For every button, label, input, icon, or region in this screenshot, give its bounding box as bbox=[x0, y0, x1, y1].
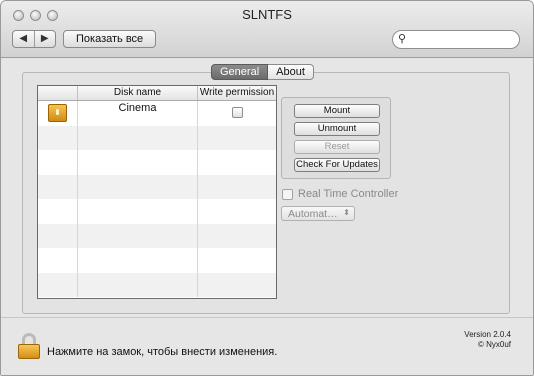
back-arrow-icon[interactable]: ◀ bbox=[13, 31, 35, 47]
search-icon: ⚲ bbox=[398, 33, 407, 45]
reset-button[interactable]: Reset bbox=[294, 140, 380, 154]
real-time-controller-checkbox[interactable] bbox=[282, 188, 293, 200]
version-info: Version 2.0.4 © Nyx0uf bbox=[464, 330, 511, 350]
table-row bbox=[38, 150, 276, 175]
preferences-window: SLNTFS ◀ ▶ Показать все ⚲ General About … bbox=[0, 0, 534, 376]
tab-general[interactable]: General bbox=[211, 64, 269, 80]
version-label: Version 2.0.4 bbox=[464, 330, 511, 339]
table-row bbox=[38, 174, 276, 199]
preferences-content: General About Disk name Write permission… bbox=[1, 58, 533, 375]
real-time-controller-label: Real Time Controller bbox=[298, 188, 399, 200]
tab-bar: General About bbox=[211, 64, 314, 80]
table-row bbox=[38, 199, 276, 224]
table-row bbox=[38, 125, 276, 150]
lock-icon[interactable] bbox=[18, 333, 40, 359]
table-header: Disk name Write permission bbox=[38, 86, 276, 101]
lock-instruction-text: Нажмите на замок, чтобы внести изменения… bbox=[47, 346, 278, 358]
disk-icon bbox=[48, 104, 67, 122]
footer: Нажмите на замок, чтобы внести изменения… bbox=[1, 317, 533, 375]
table-row bbox=[38, 223, 276, 248]
mode-popup-value: Automat… bbox=[288, 208, 338, 220]
search-field[interactable]: ⚲ bbox=[392, 30, 520, 49]
disk-table[interactable]: Disk name Write permission Cinema bbox=[37, 85, 277, 299]
tab-about[interactable]: About bbox=[268, 64, 314, 80]
table-body: Cinema bbox=[38, 101, 276, 297]
column-header-disk-name[interactable]: Disk name bbox=[78, 86, 198, 100]
mode-popup-button[interactable]: Automat… ⬍ bbox=[281, 206, 355, 221]
column-header-icon[interactable] bbox=[38, 86, 78, 100]
copyright-label: © Nyx0uf bbox=[477, 340, 511, 349]
show-all-button[interactable]: Показать все bbox=[63, 30, 157, 48]
table-row bbox=[38, 272, 276, 297]
search-input[interactable] bbox=[413, 32, 517, 48]
disk-name-cell: Cinema bbox=[118, 102, 157, 114]
general-panel: Disk name Write permission Cinema Mount … bbox=[22, 72, 510, 314]
real-time-controller-option[interactable]: Real Time Controller bbox=[282, 188, 398, 200]
mount-button[interactable]: Mount bbox=[294, 104, 380, 118]
popup-arrows-icon: ⬍ bbox=[343, 208, 350, 217]
back-forward-control: ◀ ▶ bbox=[12, 30, 56, 48]
write-permission-checkbox[interactable] bbox=[232, 107, 243, 118]
unmount-button[interactable]: Unmount bbox=[294, 122, 380, 136]
title-bar: SLNTFS ◀ ▶ Показать все ⚲ bbox=[1, 1, 533, 58]
table-row[interactable]: Cinema bbox=[38, 101, 276, 126]
check-for-updates-button[interactable]: Check For Updates bbox=[294, 158, 380, 172]
forward-arrow-icon[interactable]: ▶ bbox=[35, 31, 56, 47]
table-row bbox=[38, 248, 276, 273]
window-title: SLNTFS bbox=[242, 7, 292, 22]
column-header-write-permission[interactable]: Write permission bbox=[198, 86, 276, 100]
disk-actions-box: Mount Unmount Reset Check For Updates bbox=[281, 97, 391, 179]
